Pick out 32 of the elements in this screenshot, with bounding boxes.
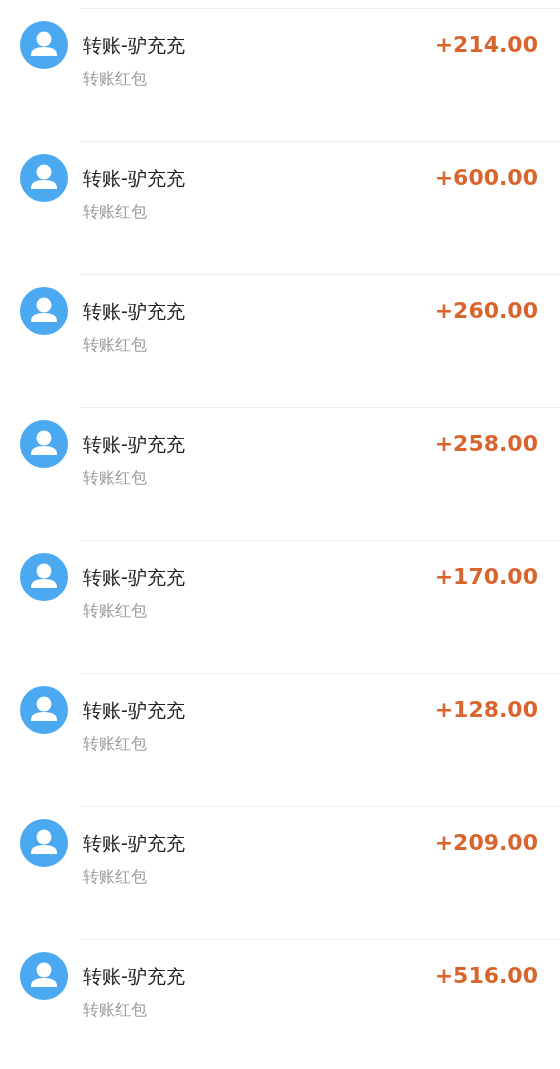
avatar-icon [20,287,68,335]
transaction-subtitle: 转账红包 [83,468,148,488]
transaction-amount: +260.00 [434,297,538,325]
avatar-icon [20,553,68,601]
avatar-icon [20,952,68,1000]
transaction-title: 转账-驴充充 [83,166,186,190]
transaction-amount: +258.00 [434,430,538,458]
transaction-amount: +516.00 [434,962,538,990]
avatar-icon [20,686,68,734]
transaction-amount: +600.00 [434,164,538,192]
transaction-amount: +214.00 [434,31,538,59]
transaction-subtitle: 转账红包 [83,734,148,754]
transaction-title: 转账-驴充充 [83,565,186,589]
transaction-subtitle: 转账红包 [83,601,148,621]
transaction-subtitle: 转账红包 [83,202,148,222]
transaction-title: 转账-驴充充 [83,432,186,456]
transaction-title: 转账-驴充充 [83,33,186,57]
transaction-title: 转账-驴充充 [83,698,186,722]
transaction-amount: +128.00 [434,696,538,724]
avatar-icon [20,21,68,69]
avatar-icon [20,819,68,867]
transaction-amount: +170.00 [434,563,538,591]
avatar-icon [20,154,68,202]
transaction-subtitle: 转账红包 [83,867,148,887]
transaction-subtitle: 转账红包 [83,1000,148,1020]
transaction-amount: +209.00 [434,829,538,857]
avatar-icon [20,420,68,468]
transaction-subtitle: 转账红包 [83,69,148,89]
transaction-title: 转账-驴充充 [83,964,186,988]
transaction-title: 转账-驴充充 [83,299,186,323]
transaction-title: 转账-驴充充 [83,831,186,855]
transaction-subtitle: 转账红包 [83,335,148,355]
